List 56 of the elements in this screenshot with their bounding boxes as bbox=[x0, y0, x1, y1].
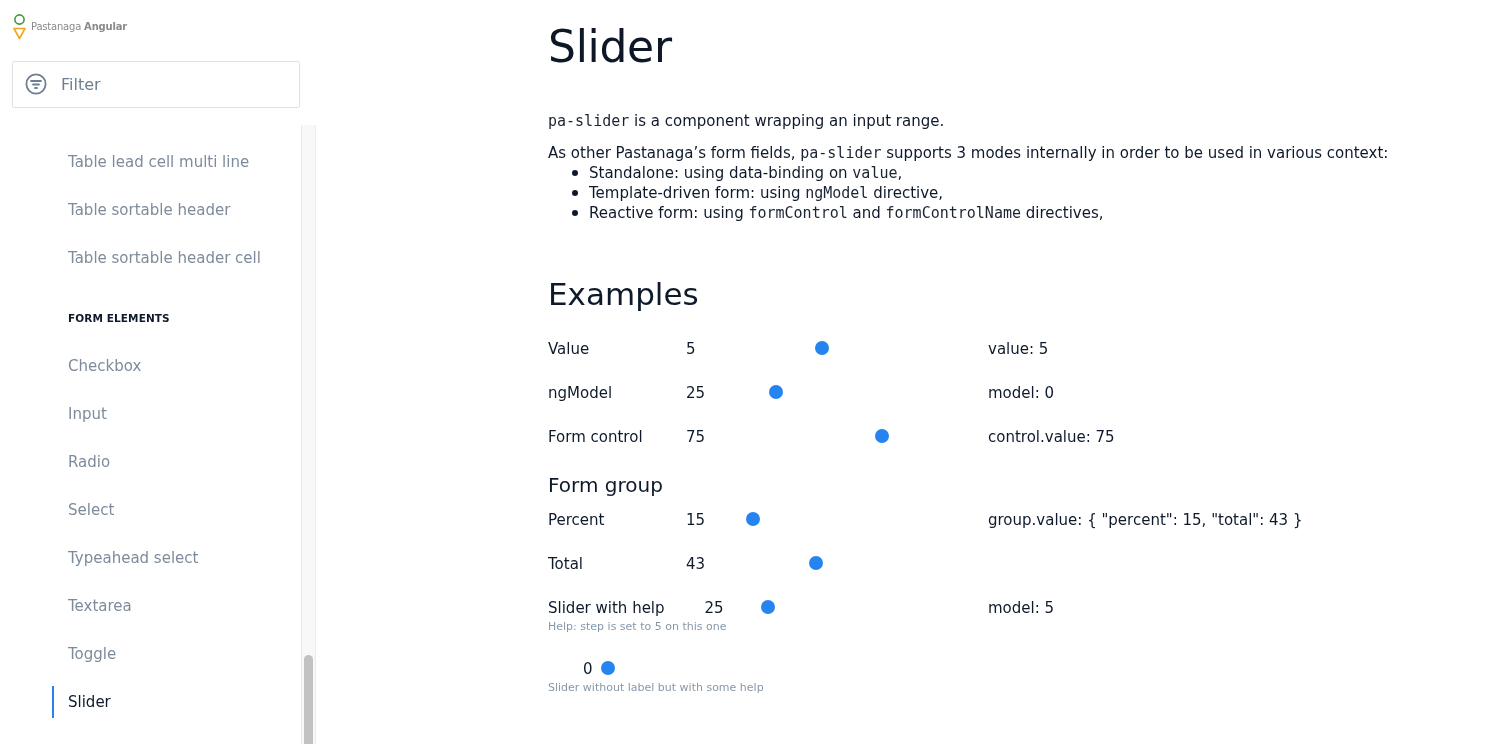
slider-value: 15 bbox=[686, 510, 706, 530]
slider-value: 0 bbox=[583, 659, 593, 679]
sidebar-item[interactable]: Table lead cell multi line bbox=[52, 146, 250, 178]
output-text: control.value: 75 bbox=[988, 427, 1116, 447]
slider-value: 75 bbox=[686, 427, 706, 447]
filter-field[interactable]: Filter bbox=[12, 61, 300, 108]
bullet-icon bbox=[572, 170, 578, 176]
section-heading: Examples bbox=[548, 275, 700, 314]
slider-label: Percent bbox=[548, 510, 606, 530]
sidebar-item[interactable]: Radio bbox=[52, 446, 111, 478]
help-text: Help: step is set to 5 on this one bbox=[548, 619, 728, 635]
slider-label: Form control bbox=[548, 427, 644, 447]
scrollbar[interactable] bbox=[301, 125, 316, 744]
slider-thumb[interactable] bbox=[746, 512, 761, 526]
slider-label: Value bbox=[548, 339, 591, 359]
slider-thumb[interactable] bbox=[760, 600, 775, 614]
subsection-heading: Form group bbox=[548, 472, 664, 498]
slider-value: 25 bbox=[686, 383, 706, 403]
filter-icon bbox=[25, 73, 47, 95]
list-item-text: Standalone: using data-binding on value, bbox=[589, 163, 903, 183]
slider-label: ngModel bbox=[548, 383, 614, 403]
logo-icon bbox=[13, 14, 26, 40]
list-item-text: Template-driven form: using ngModel directive, bbox=[589, 183, 944, 203]
output-text: group.value: { "percent": 15, "total": 43 } bbox=[988, 510, 1304, 530]
page-title: Slider bbox=[548, 20, 673, 74]
slider-label: Slider with help bbox=[548, 598, 666, 618]
slider-thumb[interactable] bbox=[875, 429, 890, 443]
sidebar-item[interactable]: Table sortable header cell bbox=[52, 242, 261, 274]
sidebar-item[interactable]: Typeahead select bbox=[52, 542, 199, 574]
output-text: model: 0 bbox=[988, 383, 1056, 403]
bullet-icon bbox=[572, 190, 578, 196]
sidebar-item[interactable]: Table sortable header bbox=[52, 194, 231, 226]
sidebar-item[interactable]: Checkbox bbox=[52, 350, 142, 382]
slider-value: 25 bbox=[704, 598, 724, 618]
slider-thumb[interactable] bbox=[768, 385, 783, 399]
sidebar-item[interactable]: Toggle bbox=[52, 638, 117, 670]
slider-thumb[interactable] bbox=[814, 341, 829, 355]
list-item-text: Reactive form: using formControl and formControlName directives, bbox=[589, 203, 1104, 223]
slider-label: Total bbox=[548, 554, 585, 574]
sidebar-item[interactable]: Select bbox=[52, 494, 115, 526]
sidebar-item[interactable]: Textarea bbox=[52, 590, 132, 622]
slider-thumb[interactable] bbox=[808, 556, 823, 570]
sidebar-item[interactable]: Slider bbox=[52, 686, 111, 718]
output-text: value: 5 bbox=[988, 339, 1050, 359]
slider-value: 5 bbox=[686, 339, 696, 359]
scrollbar-thumb[interactable] bbox=[304, 655, 313, 744]
slider-thumb[interactable] bbox=[600, 661, 615, 675]
sidebar-item[interactable]: Input bbox=[52, 398, 107, 430]
slider-value: 43 bbox=[686, 554, 706, 574]
sidebar-section-heading: FORM ELEMENTS bbox=[67, 311, 170, 326]
paragraph: pa-slider is a component wrapping an input range. bbox=[548, 111, 946, 131]
output-text: model: 5 bbox=[988, 598, 1056, 618]
paragraph: As other Pastanaga’s form fields, pa-slider supports 3 modes internally in order to be used in various context: bbox=[548, 143, 1390, 163]
bullet-icon bbox=[572, 210, 578, 216]
help-text: Slider without label but with some help bbox=[548, 680, 765, 696]
logo-text: Pastanaga Angular bbox=[31, 20, 127, 34]
